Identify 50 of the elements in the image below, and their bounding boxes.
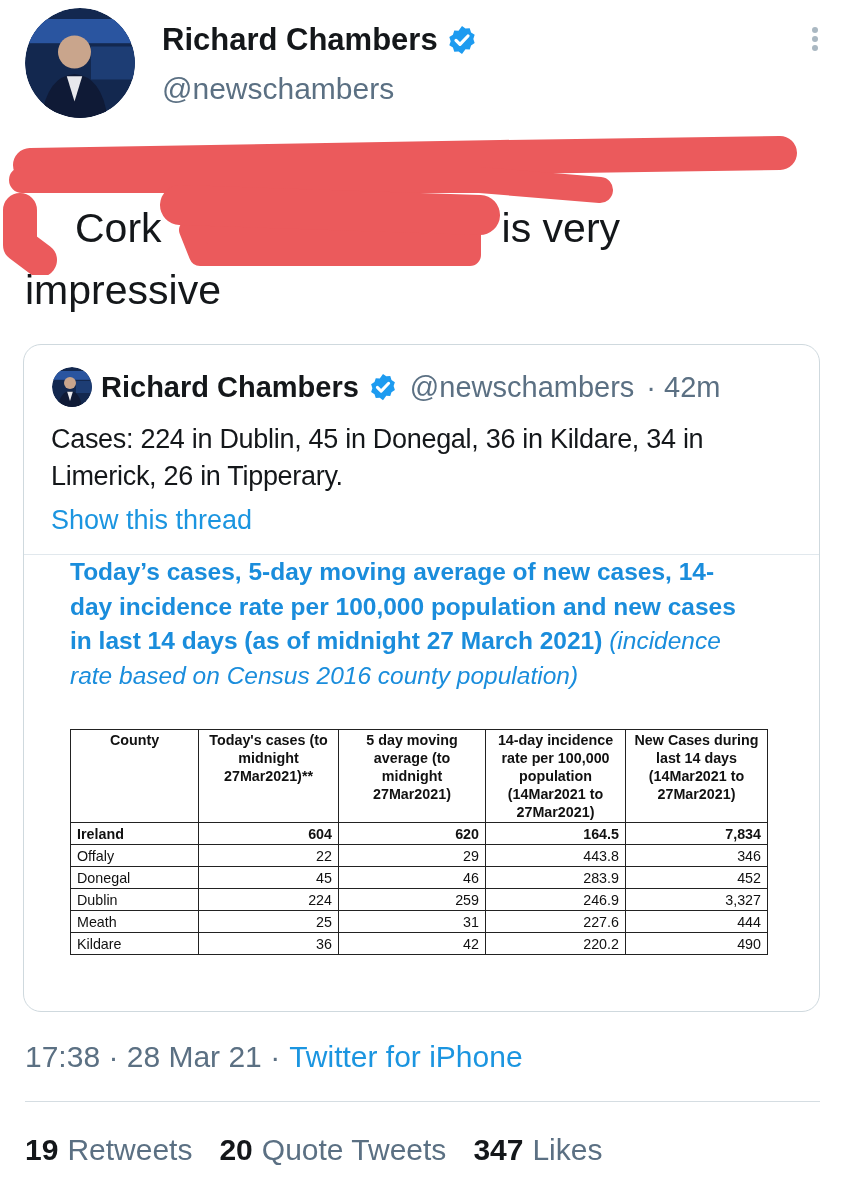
table-cell: 7,834: [625, 822, 768, 845]
table-cell: Dublin: [70, 888, 199, 911]
table-cell: 620: [338, 822, 486, 845]
tweet-text: impressive: [25, 266, 221, 314]
quoted-time: · 42m: [646, 370, 721, 404]
quoted-author-handle[interactable]: @newschambers: [409, 370, 635, 404]
table-cell: 259: [338, 888, 486, 911]
quoted-author-name[interactable]: Richard Chambers: [101, 370, 359, 404]
table-cell: Kildare: [70, 932, 199, 955]
table-cell: 36: [198, 932, 339, 955]
tweet-text: Cork: [75, 204, 162, 252]
column-header: New Cases during last 14 days (14Mar2021 to 27Mar2021): [625, 729, 768, 823]
table-cell: 444: [625, 910, 768, 933]
table-cell: 604: [198, 822, 339, 845]
table-cell: 164.5: [485, 822, 626, 845]
image-title: Today’s cases, 5-day moving average of new cases, 14-day incidence rate per 100,000 population and new cases in last 14 days (as of midnight 27 March 2021) (incidence rate based on Census 2016 county population): [70, 557, 737, 691]
table-cell: Offaly: [70, 844, 199, 867]
column-header: 5 day moving average (to midnight 27Mar2021): [338, 729, 486, 823]
table-cell: 224: [198, 888, 339, 911]
table-cell: 42: [338, 932, 486, 955]
table-cell: 346: [625, 844, 768, 867]
tweet-text: is very: [501, 204, 621, 252]
table-cell: 490: [625, 932, 768, 955]
quoted-tweet-text: Cases: 224 in Dublin, 45 in Donegal, 36 in Kildare, 34 in Limerick, 26 in Tipperary.: [50, 423, 705, 493]
table-cell: Ireland: [70, 822, 199, 845]
author-handle[interactable]: @newschambers: [162, 72, 784, 106]
stat-link[interactable]: 19 Retweets: [25, 1130, 193, 1170]
table-cell: 220.2: [485, 932, 626, 955]
table-cell: 46: [338, 866, 486, 889]
stat-link[interactable]: 20 Quote Tweets: [219, 1130, 447, 1170]
table-cell: 31: [338, 910, 486, 933]
table-cell: 22: [198, 844, 339, 867]
table-cell: 443.8: [485, 844, 626, 867]
column-header: County: [70, 729, 199, 823]
table-cell: 29: [338, 844, 486, 867]
author-name[interactable]: Richard Chambers: [162, 22, 438, 58]
table-cell: Meath: [70, 910, 199, 933]
column-header: Today's cases (to midnight 27Mar2021)**: [198, 729, 339, 823]
table-cell: 283.9: [485, 866, 626, 889]
table-cell: 452: [625, 866, 768, 889]
tweet-timestamp: 17:38 · 28 Mar 21 ·: [25, 1039, 281, 1075]
table-cell: 246.9: [485, 888, 626, 911]
table-cell: 227.6: [485, 910, 626, 933]
column-header: 14-day incidence rate per 100,000 population (14Mar2021 to 27Mar2021): [485, 729, 626, 823]
table-cell: 25: [198, 910, 339, 933]
table-cell: 3,327: [625, 888, 768, 911]
table-cell: Donegal: [70, 866, 199, 889]
avatar[interactable]: [52, 367, 92, 407]
table-cell: 45: [198, 866, 339, 889]
stat-link[interactable]: 347 Likes: [473, 1130, 603, 1170]
